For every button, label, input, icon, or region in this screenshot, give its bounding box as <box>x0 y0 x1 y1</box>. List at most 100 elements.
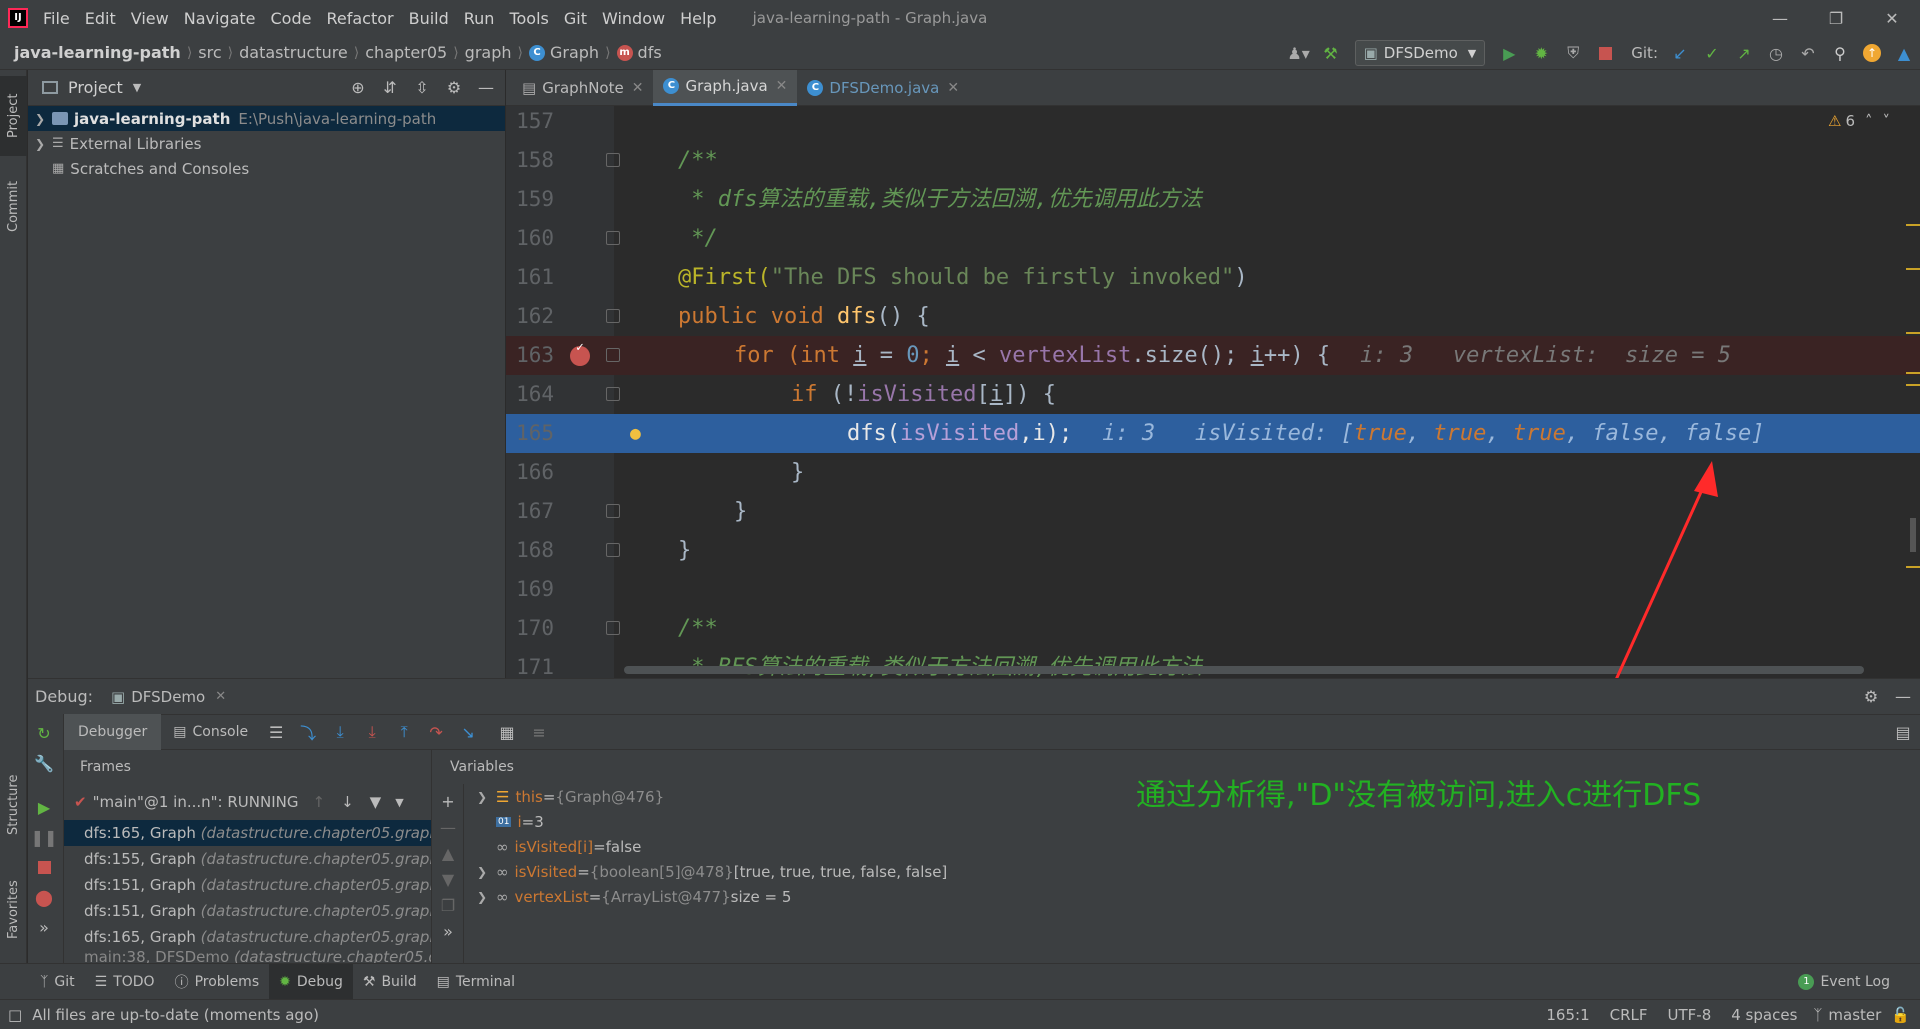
restore-icon[interactable]: ❐ <box>1808 0 1864 36</box>
toolwindow-event-log[interactable]: 1 Event Log <box>1788 964 1900 1000</box>
move-up-icon[interactable]: ▲ <box>435 840 461 866</box>
drop-frame-icon[interactable]: ↷ <box>423 719 449 745</box>
breadcrumb-src[interactable]: src <box>198 43 221 62</box>
tab-graphnote[interactable]: ▤ GraphNote ✕ <box>512 70 653 106</box>
rerun-icon[interactable]: ↻ <box>31 720 57 746</box>
close-icon[interactable]: ✕ <box>947 80 959 96</box>
file-encoding[interactable]: UTF-8 <box>1668 1006 1712 1024</box>
code-line[interactable]: 159 * dfs算法的重载,类似于方法回溯,优先调用此方法 <box>506 180 1920 219</box>
code-line[interactable]: 162 public void dfs() { <box>506 297 1920 336</box>
run-configuration-select[interactable]: ▣ DFSDemo ▼ <box>1354 40 1486 66</box>
breadcrumb-method-dfs[interactable]: dfs <box>638 43 662 62</box>
error-stripe-mark[interactable] <box>1906 332 1920 334</box>
git-commit-icon[interactable]: ✓ <box>1699 40 1725 66</box>
collapse-all-icon[interactable]: ⇳ <box>409 75 435 101</box>
tab-commit[interactable]: Commit <box>0 166 27 246</box>
wrench-icon[interactable]: 🔧 <box>31 750 57 776</box>
locate-icon[interactable]: ⊕ <box>345 75 371 101</box>
error-stripe-mark[interactable] <box>1906 372 1920 374</box>
frame-row[interactable]: dfs:151, Graph (datastructure.chapter05.… <box>64 898 431 924</box>
indent-setting[interactable]: 4 spaces <box>1731 1006 1797 1024</box>
debug-session-tab[interactable]: DFSDemo <box>131 688 205 706</box>
arrow-up-icon[interactable]: ↑ <box>312 793 325 811</box>
menu-edit[interactable]: Edit <box>85 9 116 28</box>
code-line[interactable]: 164 if (!isVisited[i]) { <box>506 375 1920 414</box>
toolwindow-problems[interactable]: ⓘ Problems <box>165 964 270 1000</box>
code-line-breakpoint[interactable]: 163 ✓ for (int i = 0; i < vertexList.size(… <box>506 336 1920 375</box>
fold-icon[interactable] <box>606 504 620 518</box>
tab-favorites[interactable]: Favorites <box>0 865 27 955</box>
variable-row[interactable]: 01 i = 3 <box>474 809 947 834</box>
gear-icon[interactable]: ⚙ <box>441 75 467 101</box>
chevron-right-icon[interactable]: ❯ <box>32 137 48 151</box>
build-hammer-icon[interactable]: ⚒ <box>1318 40 1344 66</box>
status-message[interactable]: All files are up-to-date (moments ago) <box>32 1006 319 1024</box>
chevron-right-icon[interactable]: ❯ <box>474 790 490 804</box>
force-step-into-icon[interactable]: ⤓ <box>359 719 385 745</box>
chevron-right-icon[interactable]: ❯ <box>474 865 490 879</box>
line-separator[interactable]: CRLF <box>1610 1006 1648 1024</box>
fold-icon[interactable] <box>606 231 620 245</box>
git-push-icon[interactable]: ↗ <box>1731 40 1757 66</box>
git-branch[interactable]: master <box>1828 1006 1881 1024</box>
tab-graph-java[interactable]: C Graph.java ✕ <box>653 69 798 106</box>
git-update-icon[interactable]: ↙ <box>1667 40 1693 66</box>
add-watch-icon[interactable]: + <box>435 788 461 814</box>
tab-dfsdemo-java[interactable]: C DFSDemo.java ✕ <box>797 70 969 106</box>
fold-icon[interactable] <box>606 153 620 167</box>
rollback-icon[interactable]: ↶ <box>1795 40 1821 66</box>
menu-refactor[interactable]: Refactor <box>326 9 393 28</box>
hide-icon[interactable]: — <box>1890 684 1916 710</box>
hide-icon[interactable]: — <box>473 75 499 101</box>
lock-icon[interactable]: 🔓 <box>1891 1006 1910 1024</box>
expand-all-icon[interactable]: ⇵ <box>377 75 403 101</box>
breadcrumb-graph[interactable]: graph <box>465 43 512 62</box>
trace-icon[interactable]: ≡ <box>526 719 552 745</box>
variable-row[interactable]: ❯ ∞ isVisited = {boolean[5]@478} [true, … <box>474 859 947 884</box>
frame-row[interactable]: dfs:155, Graph (datastructure.chapter05.… <box>64 846 431 872</box>
view-breakpoints-icon[interactable]: ⬤ <box>31 884 57 910</box>
menu-code[interactable]: Code <box>271 9 312 28</box>
status-panel-icon[interactable]: □ <box>8 1006 22 1024</box>
close-icon[interactable]: ✕ <box>215 689 226 704</box>
thread-selector[interactable]: ✔ "main"@1 in...n": RUNNING ↑ ↓ ▼ ▼ <box>64 784 431 820</box>
filter-icon[interactable]: ▼ <box>370 793 382 811</box>
more-icon[interactable]: » <box>435 918 461 944</box>
error-stripe-mark[interactable] <box>1906 224 1920 226</box>
breadcrumb-class-graph[interactable]: Graph <box>550 43 599 62</box>
fold-icon[interactable] <box>606 348 620 362</box>
close-window-icon[interactable]: ✕ <box>1864 0 1920 36</box>
step-over-icon[interactable]: ⤵ <box>295 719 321 745</box>
toolbox-icon[interactable]: ▲ <box>1891 40 1917 66</box>
close-icon[interactable]: ✕ <box>776 78 788 94</box>
chevron-down-icon[interactable]: ▼ <box>395 796 403 809</box>
variable-row[interactable]: ∞ isVisited[i] = false <box>474 834 947 859</box>
pause-icon[interactable]: ❚❚ <box>31 824 58 850</box>
debug-bug-icon[interactable]: ✹ <box>1528 40 1554 66</box>
toolwindow-git[interactable]: ᛉ Git <box>30 964 85 1000</box>
run-to-cursor-icon[interactable]: ↘ <box>455 719 481 745</box>
chevron-right-icon[interactable]: ❯ <box>474 890 490 904</box>
menu-tools[interactable]: Tools <box>509 9 548 28</box>
fold-icon[interactable] <box>606 621 620 635</box>
project-panel-title[interactable]: Project <box>68 78 123 97</box>
toolwindow-terminal[interactable]: ▤ Terminal <box>427 964 525 1000</box>
resume-icon[interactable]: ▶ <box>31 794 57 820</box>
breadcrumb-datastructure[interactable]: datastructure <box>239 43 348 62</box>
user-icon[interactable]: ♟▾ <box>1286 40 1312 66</box>
breadcrumb-project[interactable]: java-learning-path <box>14 43 181 62</box>
menu-run[interactable]: Run <box>464 9 495 28</box>
move-down-icon[interactable]: ▼ <box>435 866 461 892</box>
coverage-icon[interactable]: ⛨ <box>1560 40 1586 66</box>
stop-icon[interactable] <box>1592 40 1618 66</box>
chevron-right-icon[interactable]: ❯ <box>32 112 48 126</box>
gear-icon[interactable]: ⚙ <box>1858 684 1884 710</box>
breadcrumb-chapter05[interactable]: chapter05 <box>365 43 447 62</box>
menu-build[interactable]: Build <box>409 9 449 28</box>
menu-file[interactable]: File <box>43 9 70 28</box>
frame-row[interactable]: dfs:151, Graph (datastructure.chapter05.… <box>64 872 431 898</box>
tree-item-project[interactable]: ❯ java-learning-path E:\Push\java-learni… <box>28 106 505 131</box>
toolwindow-build[interactable]: ⚒ Build <box>353 964 427 1000</box>
menu-git[interactable]: Git <box>564 9 587 28</box>
toolwindow-debug[interactable]: ✹ Debug <box>269 963 353 1000</box>
